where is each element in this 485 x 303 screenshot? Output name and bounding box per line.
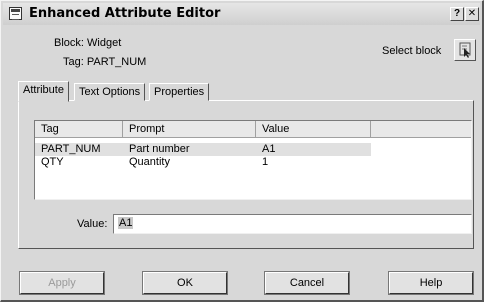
row-prompt: Quantity bbox=[129, 156, 170, 168]
help-title-button[interactable]: ? bbox=[450, 7, 464, 21]
select-block-label: Select block bbox=[382, 45, 442, 57]
select-block-button[interactable] bbox=[454, 39, 476, 61]
attribute-editor-icon bbox=[9, 7, 22, 20]
block-info: Block: Widget bbox=[54, 37, 122, 49]
row-value: 1 bbox=[262, 156, 269, 168]
pick-cursor-icon bbox=[459, 42, 471, 58]
value-text: A1 bbox=[118, 217, 134, 229]
list-header: Tag Prompt Value bbox=[35, 121, 471, 138]
column-header-blank bbox=[371, 121, 471, 138]
value-input[interactable]: A1 bbox=[113, 214, 472, 234]
tab-attribute[interactable]: Attribute bbox=[18, 81, 69, 102]
apply-button[interactable]: Apply bbox=[19, 271, 105, 295]
row-value: A1 bbox=[262, 143, 276, 155]
tab-text-options[interactable]: Text Options bbox=[74, 83, 146, 101]
close-button[interactable]: ✕ bbox=[465, 7, 479, 21]
attribute-list[interactable]: Tag Prompt Value PART_NUM Part number A1… bbox=[34, 120, 472, 200]
help-button[interactable]: Help bbox=[388, 271, 474, 295]
row-tag: PART_NUM bbox=[41, 143, 101, 155]
row-prompt: Part number bbox=[129, 143, 190, 155]
row-tag: QTY bbox=[41, 156, 64, 168]
ok-button[interactable]: OK bbox=[142, 271, 228, 295]
value-label: Value: bbox=[77, 218, 108, 230]
column-header-prompt[interactable]: Prompt bbox=[123, 121, 256, 138]
table-row[interactable]: QTY Quantity 1 bbox=[35, 156, 471, 169]
window-title: Enhanced Attribute Editor bbox=[29, 6, 221, 21]
cancel-button[interactable]: Cancel bbox=[264, 271, 350, 295]
table-row[interactable]: PART_NUM Part number A1 bbox=[35, 143, 471, 156]
tag-info: Tag: PART_NUM bbox=[63, 56, 147, 68]
title-bar[interactable]: Enhanced Attribute Editor ? ✕ bbox=[3, 3, 480, 25]
column-header-tag[interactable]: Tag bbox=[35, 121, 123, 138]
tab-properties[interactable]: Properties bbox=[149, 83, 210, 101]
column-header-value[interactable]: Value bbox=[256, 121, 371, 138]
